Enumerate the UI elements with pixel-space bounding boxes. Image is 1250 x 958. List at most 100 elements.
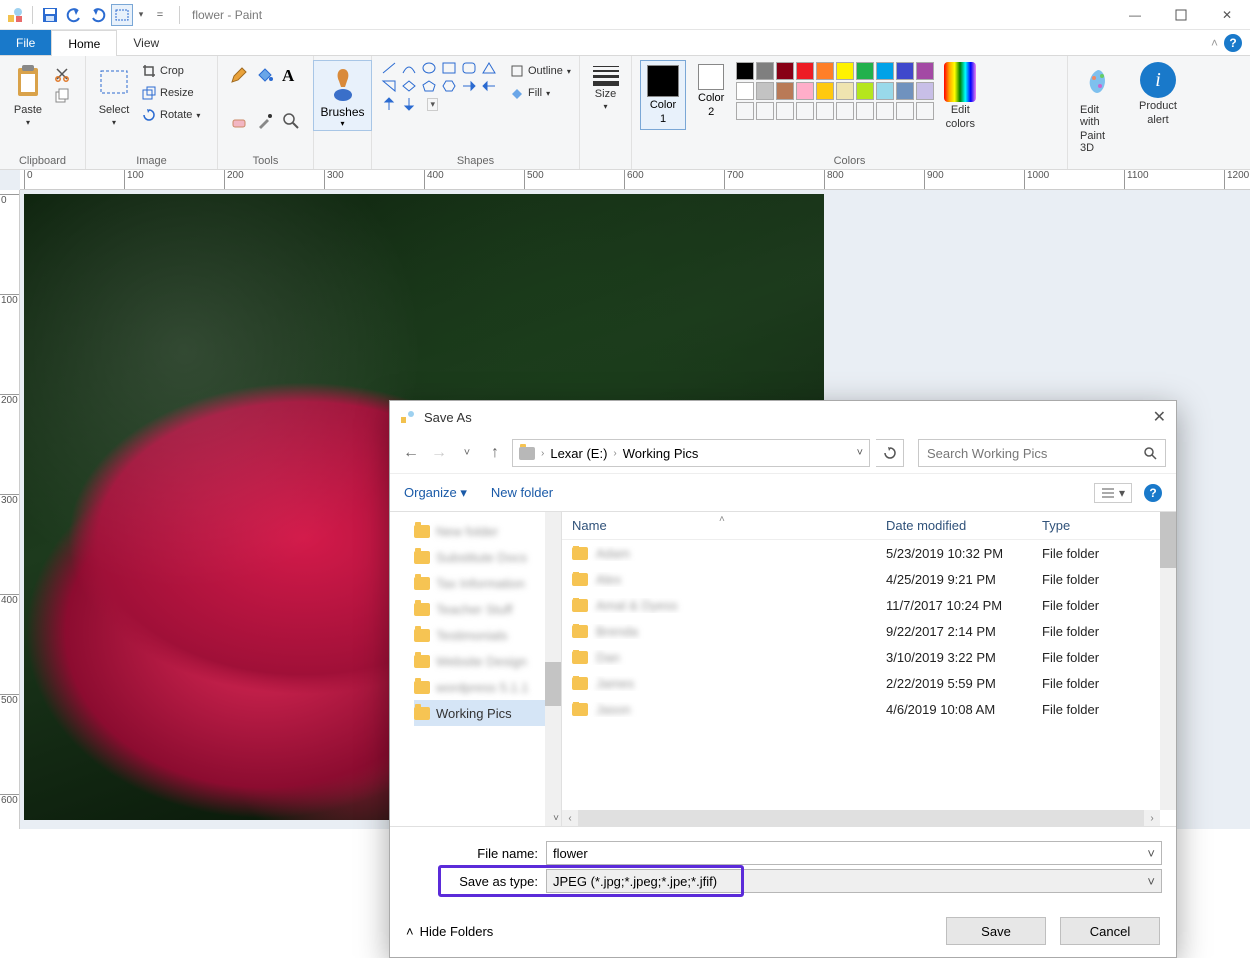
help-icon[interactable]: ? [1224,34,1242,52]
file-name-input[interactable]: flower˅ [546,841,1162,865]
undo-icon[interactable] [63,4,85,26]
text-icon[interactable]: A [282,66,294,86]
view-options-button[interactable]: ▾ [1094,483,1132,503]
crop-button[interactable]: Crop [140,60,202,82]
palette-row-custom[interactable] [736,102,934,120]
ribbon: Paste▾ Clipboard Select▾ Crop Resize Rot… [0,56,1250,170]
table-row[interactable]: Alex4/25/2019 9:21 PMFile folder [562,566,1176,592]
pencil-icon[interactable] [230,66,248,84]
color2-button[interactable]: Color2 [692,60,730,122]
search-input[interactable]: Search Working Pics [918,439,1166,467]
group-shapes-label: Shapes [380,153,571,167]
refresh-icon[interactable] [876,439,904,467]
hide-folders-button[interactable]: ˄Hide Folders [406,924,493,939]
qat-dropdown-icon[interactable]: ▾ [135,4,147,26]
paint-mini-icon [400,409,416,425]
table-row[interactable]: Brenda9/22/2017 2:14 PMFile folder [562,618,1176,644]
close-button[interactable]: ✕ [1204,0,1250,30]
cut-icon[interactable] [54,66,70,82]
folder-tree[interactable]: New folder Substitute Docs Tax Informati… [390,512,562,826]
save-button[interactable]: Save [946,917,1046,945]
ruler-horizontal: 0100200300400500600700800900100011001200 [20,170,1250,190]
fill-button[interactable]: Fill ▾ [508,82,573,104]
palette-row-1[interactable] [736,62,934,80]
tab-view[interactable]: View [117,30,175,55]
qat-equals-icon[interactable]: = [149,4,171,26]
file-name-dropdown-icon[interactable]: ˅ [1147,846,1155,861]
edit-colors-button[interactable]: Editcolors [940,60,980,132]
column-name[interactable]: Name [572,518,607,533]
table-row[interactable]: Amal & Dyess11/7/2017 10:24 PMFile folde… [562,592,1176,618]
file-list[interactable]: Name ˄ Date modified Type Adam5/23/2019 1… [562,512,1176,826]
tree-item-selected: Working Pics [414,700,557,726]
brushes-button[interactable]: Brushes ▾ [313,60,371,131]
save-type-dropdown-icon[interactable]: ˅ [1147,874,1155,889]
paste-button[interactable]: Paste▾ [8,60,48,129]
resize-button[interactable]: Resize [140,82,202,104]
rotate-button[interactable]: Rotate ▾ [140,104,202,126]
product-alert-button[interactable]: iProductalert [1135,60,1181,128]
maximize-button[interactable] [1158,0,1204,30]
breadcrumb-folder[interactable]: Working Pics [623,446,699,461]
table-row[interactable]: Jason4/6/2019 10:08 AMFile folder [562,696,1176,722]
bucket-icon[interactable] [256,66,274,84]
files-scrollbar-h[interactable]: ‹› [562,810,1160,826]
group-colors-label: Colors [640,153,1059,167]
nav-history-icon[interactable]: ˅ [456,447,478,459]
eraser-icon[interactable] [230,112,248,130]
cancel-button[interactable]: Cancel [1060,917,1160,945]
palette-row-2[interactable] [736,82,934,100]
chevron-up-icon: ˄ [406,924,414,939]
group-clipboard-label: Clipboard [8,153,77,167]
table-row[interactable]: Adam5/23/2019 10:32 PMFile folder [562,540,1176,566]
ribbon-tabs: File Home View ˄ ? [0,30,1250,56]
organize-button[interactable]: Organize ▾ [404,485,467,501]
paint3d-button[interactable]: Edit withPaint 3D [1076,60,1120,156]
new-folder-button[interactable]: New folder [491,485,553,500]
tab-home[interactable]: Home [51,30,117,56]
dialog-title: Save As [424,410,472,425]
column-type[interactable]: Type [1032,518,1176,533]
copy-icon[interactable] [54,88,70,104]
dialog-close-icon[interactable]: ✕ [1153,407,1166,427]
tab-file[interactable]: File [0,30,51,55]
collapse-ribbon-icon[interactable]: ˄ [1211,36,1218,50]
dialog-help-icon[interactable]: ? [1144,484,1162,502]
size-button[interactable]: Size▾ [587,60,625,113]
magnifier-icon[interactable] [282,112,300,130]
minimize-button[interactable]: — [1112,0,1158,30]
app-name: Paint [235,8,262,22]
address-bar[interactable]: › Lexar (E:) › Working Pics ˅ [512,439,870,467]
nav-back-icon[interactable]: ← [400,444,422,462]
table-row[interactable]: Dan3/10/2019 3:22 PMFile folder [562,644,1176,670]
tree-scroll-down-icon[interactable]: ˅ [553,813,559,824]
breadcrumb-drive[interactable]: Lexar (E:) [550,446,607,461]
work-area: 0100200300400500600700800900100011001200… [0,170,1250,829]
group-tools-label: Tools [226,153,305,167]
outline-button[interactable]: Outline ▾ [508,60,573,82]
app-icon [4,4,26,26]
select-rect-icon[interactable] [111,4,133,26]
title-bar: ▾ = flower - Paint — ✕ [0,0,1250,30]
picker-icon[interactable] [256,112,274,130]
save-icon[interactable] [39,4,61,26]
group-image-label: Image [94,153,209,167]
redo-icon[interactable] [87,4,109,26]
save-as-dialog: Save As ✕ ← → ˅ ↑ › Lexar (E:) › Working… [389,400,1177,958]
drive-icon [519,447,535,460]
ruler-vertical: 0100200300400500600 [0,190,20,829]
shapes-gallery[interactable]: ▾ [380,60,498,112]
nav-up-icon[interactable]: ↑ [484,444,506,462]
address-dropdown-icon[interactable]: ˅ [857,447,863,459]
select-button[interactable]: Select▾ [94,60,134,129]
nav-forward-icon: → [428,444,450,462]
save-type-label: Save as type: [448,874,538,889]
table-row[interactable]: James2/22/2019 5:59 PMFile folder [562,670,1176,696]
document-title: flower [192,8,224,22]
sort-asc-icon: ˄ [719,514,725,525]
color1-button[interactable]: Color1 [640,60,686,130]
search-icon [1143,446,1157,460]
column-date[interactable]: Date modified [876,518,1032,533]
save-type-select[interactable]: JPEG (*.jpg;*.jpeg;*.jpe;*.jfif)˅ [546,869,1162,893]
file-name-label: File name: [448,846,538,861]
